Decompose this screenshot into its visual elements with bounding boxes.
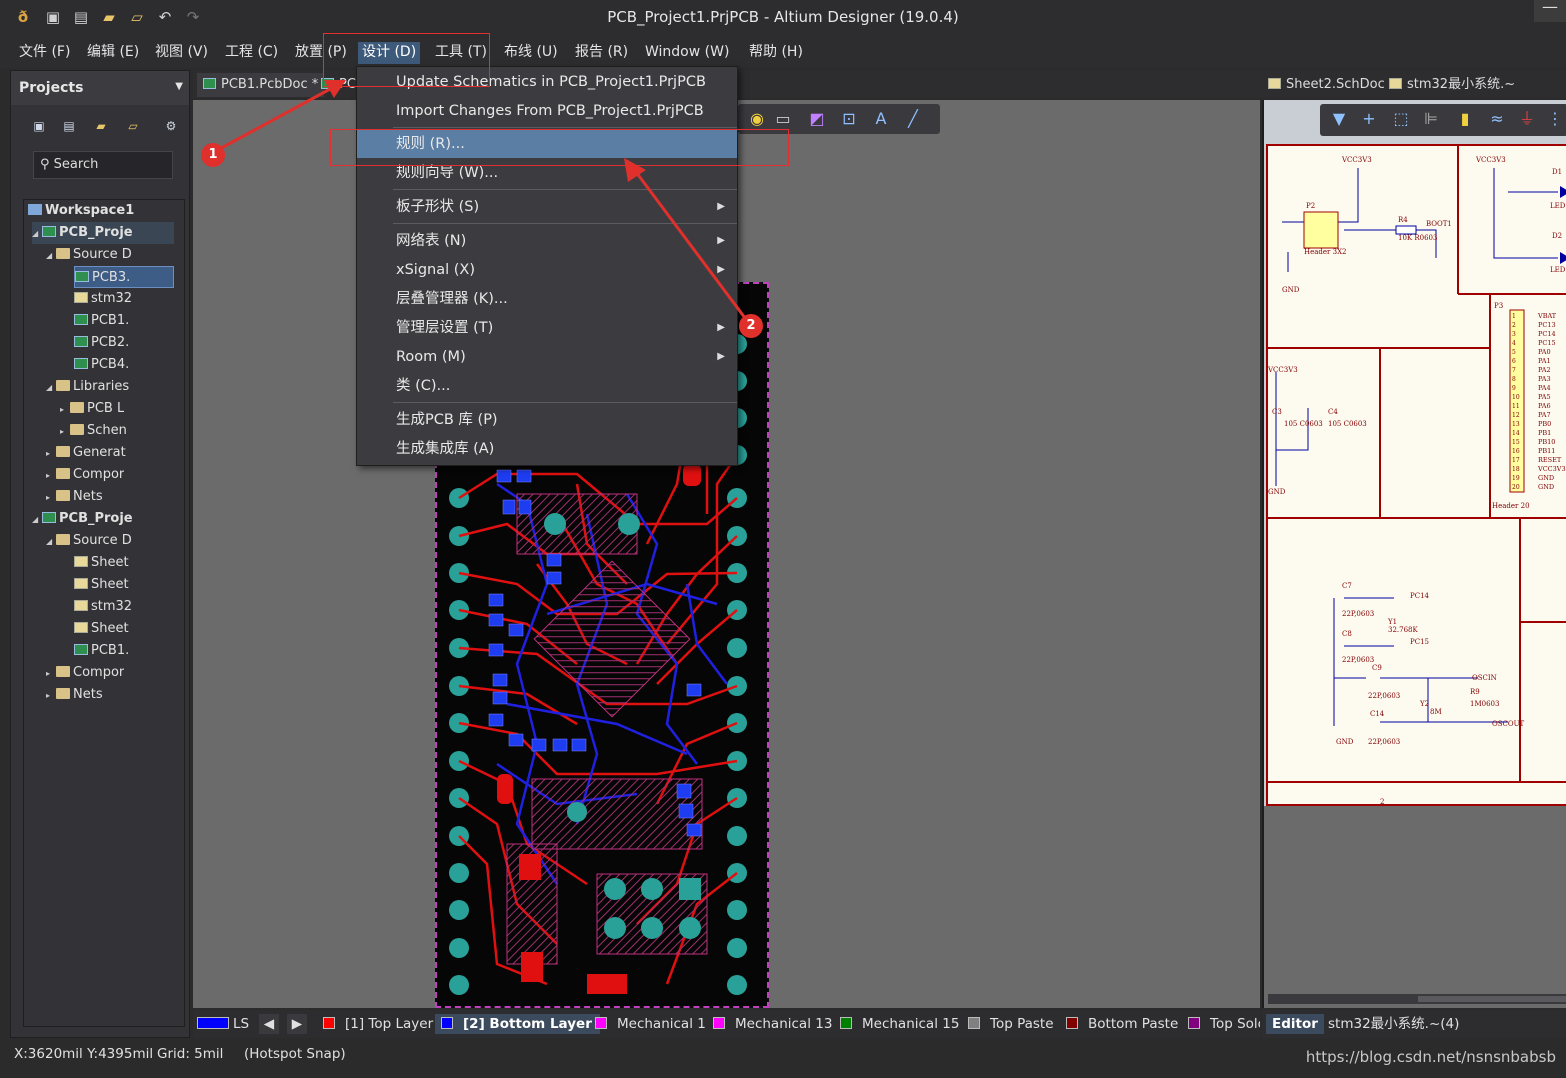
layer-color-swatch (595, 1017, 607, 1029)
annotation-badge-1: 1 (201, 143, 225, 167)
status-bar: X:3620mil Y:4395mil Grid: 5mil (Hotspot … (0, 1040, 1566, 1078)
layer-tab-top-solder[interactable]: Top Solc (1188, 1014, 1260, 1034)
layer-color-swatch (1188, 1017, 1200, 1029)
scroll-right-icon[interactable]: ▶ (287, 1014, 307, 1034)
layer-color-swatch (713, 1017, 725, 1029)
layer-tab-bottom[interactable]: [2] Bottom Layer (435, 1014, 600, 1034)
layer-color-swatch (441, 1017, 453, 1029)
stm32-sheet-tab[interactable]: stm32最小系统.~(4) (1322, 1014, 1465, 1034)
layer-tab-mech1[interactable]: Mechanical 1 (595, 1014, 706, 1034)
layer-color-swatch (840, 1017, 852, 1029)
annotation-badge-2: 2 (739, 314, 763, 338)
snap-mode: (Hotspot Snap) (244, 1046, 346, 1062)
layer-color-swatch (968, 1017, 980, 1029)
layer-tab-bottom-paste[interactable]: Bottom Paste (1066, 1014, 1178, 1034)
schematic-bottom-tabs: Editor stm32最小系统.~(4) (1262, 1010, 1566, 1038)
editor-tab[interactable]: Editor (1266, 1014, 1324, 1034)
layer-tab-mech13[interactable]: Mechanical 13 (713, 1014, 832, 1034)
layer-tab-mech15[interactable]: Mechanical 15 (840, 1014, 959, 1034)
layer-set-button[interactable]: LS (197, 1014, 249, 1034)
layer-color-swatch (323, 1017, 335, 1029)
cursor-coordinates: X:3620mil Y:4395mil (14, 1046, 154, 1062)
layer-color-swatch (1066, 1017, 1078, 1029)
layer-tab-top[interactable]: [1] Top Layer (323, 1014, 433, 1034)
watermark-url: https://blog.csdn.net/nsnsnbabsb (1305, 1048, 1556, 1066)
layer-tab-top-paste[interactable]: Top Paste (968, 1014, 1054, 1034)
annotation-arrows (213, 80, 750, 323)
grid-size: Grid: 5mil (157, 1046, 224, 1062)
scroll-left-icon[interactable]: ◀ (259, 1014, 279, 1034)
layer-tabs-bar: LS ◀ ▶ [1] Top Layer [2] Bottom Layer Me… (193, 1010, 1260, 1038)
